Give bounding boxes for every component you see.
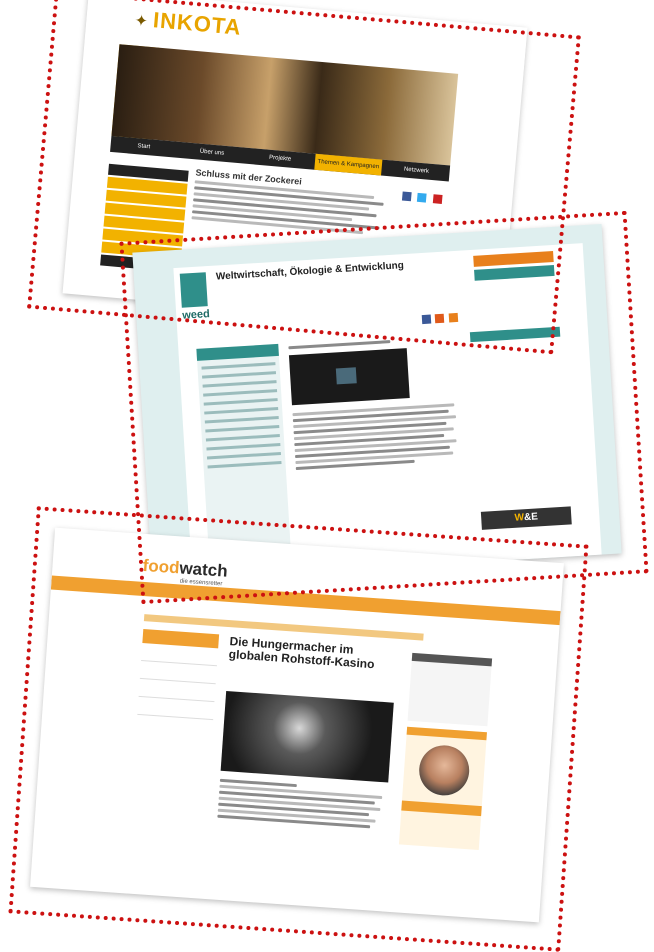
foodwatch-teaser-box [398, 726, 487, 850]
inkota-logo-mark-icon: ✦ [133, 12, 150, 31]
foodwatch-article-photo [220, 690, 394, 783]
foodwatch-article: Die Hungermacher im globalen Rohstoff-Ka… [217, 634, 400, 832]
weed-right-column: W&E [469, 326, 572, 530]
weed-video-player[interactable] [288, 348, 410, 406]
twitter-icon[interactable] [417, 192, 428, 203]
weed-logo-mark-icon [179, 272, 208, 308]
weed-article [288, 333, 466, 473]
foodwatch-sidebar-item[interactable] [138, 681, 216, 703]
weed-sidebar [196, 343, 292, 569]
foodwatch-article-headline: Die Hungermacher im globalen Rohstoff-Ka… [228, 634, 375, 672]
inkota-share-icons [401, 188, 444, 210]
rss-icon[interactable] [435, 313, 445, 324]
facebook-icon[interactable] [401, 191, 412, 202]
foodwatch-login-box [407, 652, 493, 727]
foodwatch-sidebar-item[interactable] [141, 646, 218, 667]
foodwatch-right-column [398, 652, 493, 850]
foodwatch-sidebar [137, 629, 220, 723]
feed-icon[interactable] [448, 312, 459, 323]
foodwatch-header-bar [50, 575, 561, 626]
facebook-icon[interactable] [421, 314, 432, 325]
weed-website-screenshot: weed Weltwirtschaft, Ökologie & Entwickl… [132, 223, 622, 583]
foodwatch-portrait-photo [417, 743, 471, 798]
play-icon[interactable] [335, 367, 357, 385]
weed-logo[interactable]: weed [182, 308, 210, 322]
foodwatch-orange-button[interactable] [401, 800, 482, 817]
inkota-article: Schluss mit der Zockerei [191, 167, 395, 239]
weed-share-icons [421, 309, 459, 329]
foodwatch-sidebar-item[interactable] [137, 699, 215, 721]
youtube-icon[interactable] [432, 194, 443, 204]
foodwatch-website-screenshot: foodwatch die essensretter Die Hungermac… [30, 527, 564, 923]
foodwatch-sidebar-item[interactable] [139, 663, 217, 685]
